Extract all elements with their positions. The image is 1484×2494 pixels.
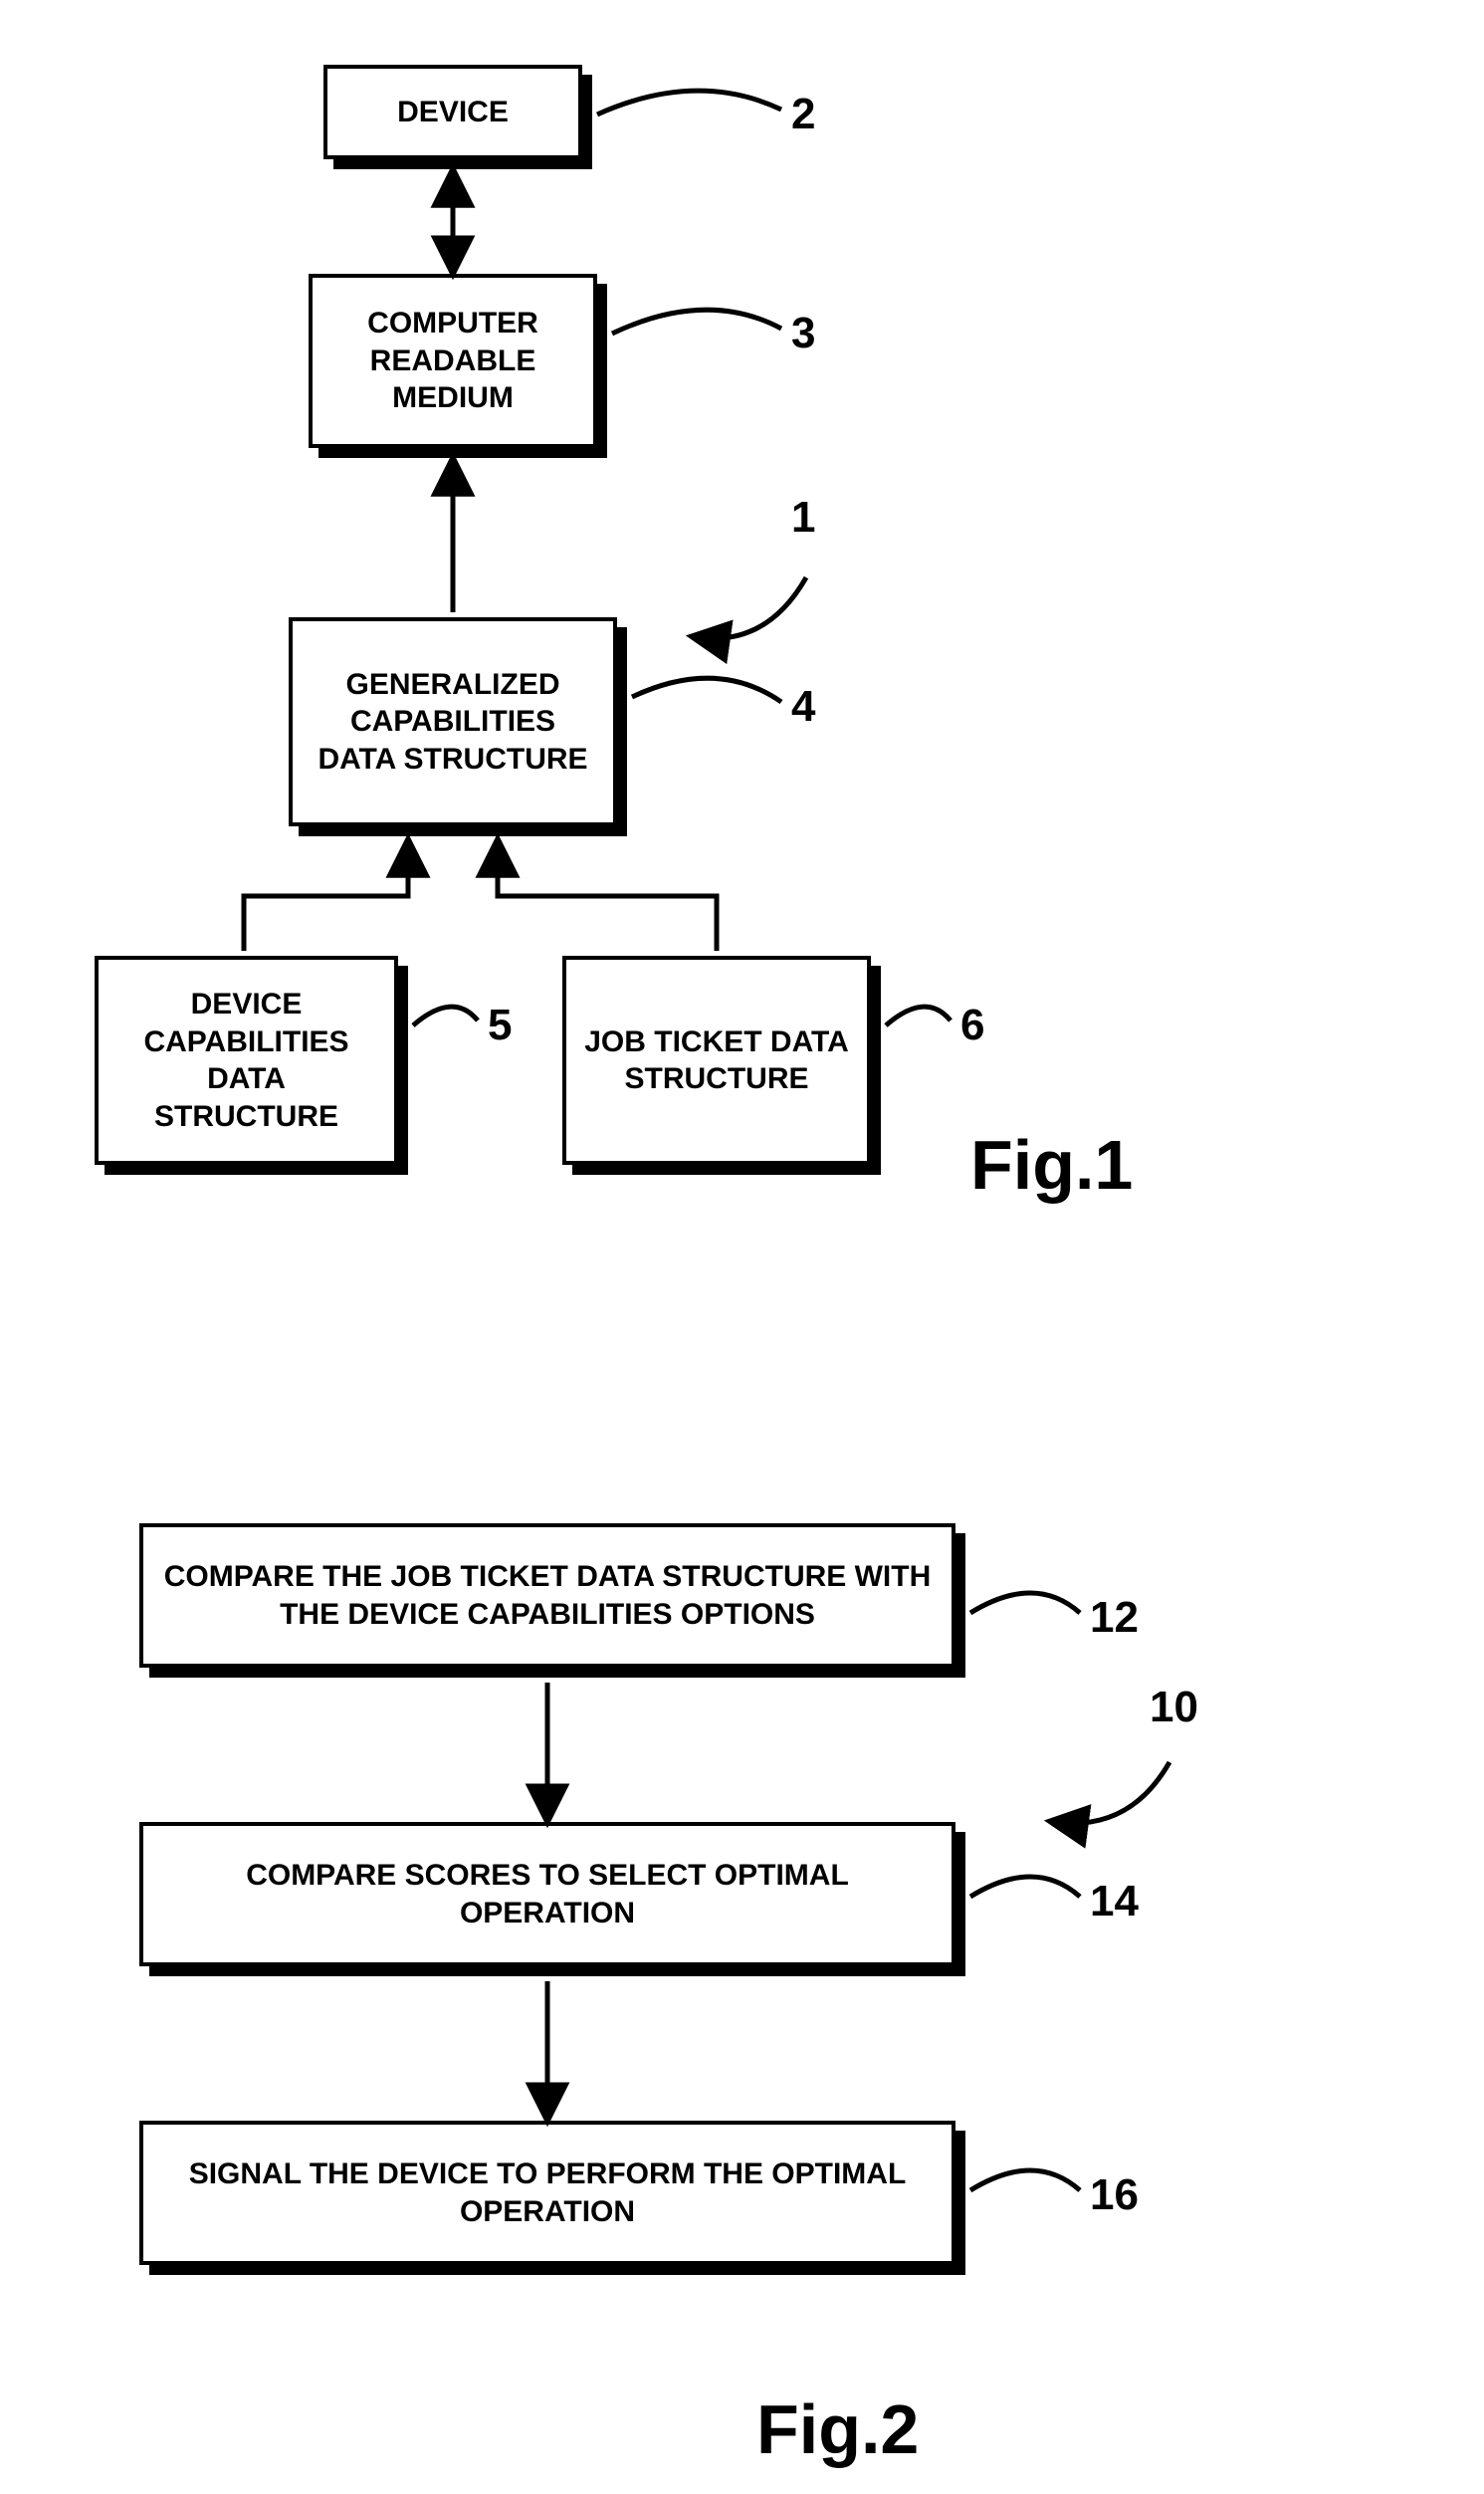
label-4: 4 bbox=[791, 682, 815, 732]
label-6: 6 bbox=[960, 1001, 984, 1050]
box-dcds: DEVICE CAPABILITIES DATA STRUCTURE bbox=[95, 956, 398, 1165]
fig1-caption: Fig.1 bbox=[970, 1125, 1133, 1205]
box-compare-jt: COMPARE THE JOB TICKET DATA STRUCTURE WI… bbox=[139, 1523, 955, 1668]
callout-6 bbox=[886, 1007, 951, 1025]
callout-4 bbox=[632, 678, 781, 702]
label-16: 16 bbox=[1090, 2170, 1139, 2220]
callout-2 bbox=[597, 91, 781, 114]
callout-16 bbox=[970, 2170, 1080, 2190]
fig2-caption: Fig.2 bbox=[756, 2389, 919, 2469]
callout-5 bbox=[413, 1007, 478, 1025]
box-compare-scores-text: COMPARE SCORES TO SELECT OPTIMAL OPERATI… bbox=[161, 1857, 934, 1931]
box-gcds: GENERALIZED CAPABILITIES DATA STRUCTURE bbox=[289, 617, 617, 826]
callout-10 bbox=[1055, 1762, 1169, 1823]
box-gcds-text: GENERALIZED CAPABILITIES DATA STRUCTURE bbox=[311, 666, 595, 779]
box-signal-text: SIGNAL THE DEVICE TO PERFORM THE OPTIMAL… bbox=[161, 2155, 934, 2230]
arrow-dcds-gcds bbox=[244, 844, 408, 951]
callout-12 bbox=[970, 1593, 1080, 1613]
label-1: 1 bbox=[791, 493, 815, 543]
box-jtds: JOB TICKET DATA STRUCTURE bbox=[562, 956, 871, 1165]
box-medium-text: COMPUTER READABLE MEDIUM bbox=[330, 305, 575, 417]
box-medium: COMPUTER READABLE MEDIUM bbox=[309, 274, 597, 448]
box-device: DEVICE bbox=[323, 65, 582, 159]
label-12: 12 bbox=[1090, 1593, 1139, 1643]
label-3: 3 bbox=[791, 309, 815, 358]
callout-14 bbox=[970, 1877, 1080, 1897]
box-dcds-text: DEVICE CAPABILITIES DATA STRUCTURE bbox=[116, 986, 376, 1135]
box-jtds-text: JOB TICKET DATA STRUCTURE bbox=[584, 1023, 849, 1098]
label-2: 2 bbox=[791, 90, 815, 139]
label-14: 14 bbox=[1090, 1877, 1139, 1927]
box-compare-scores: COMPARE SCORES TO SELECT OPTIMAL OPERATI… bbox=[139, 1822, 955, 1966]
box-device-text: DEVICE bbox=[397, 94, 509, 131]
callout-1 bbox=[697, 577, 806, 638]
label-10: 10 bbox=[1150, 1683, 1198, 1732]
label-5: 5 bbox=[488, 1001, 512, 1050]
box-signal: SIGNAL THE DEVICE TO PERFORM THE OPTIMAL… bbox=[139, 2121, 955, 2265]
box-compare-jt-text: COMPARE THE JOB TICKET DATA STRUCTURE WI… bbox=[161, 1558, 934, 1633]
arrow-jtds-gcds bbox=[498, 844, 717, 951]
callout-3 bbox=[612, 310, 781, 334]
diagram-canvas: DEVICE COMPUTER READABLE MEDIUM GENERALI… bbox=[0, 0, 1484, 2494]
